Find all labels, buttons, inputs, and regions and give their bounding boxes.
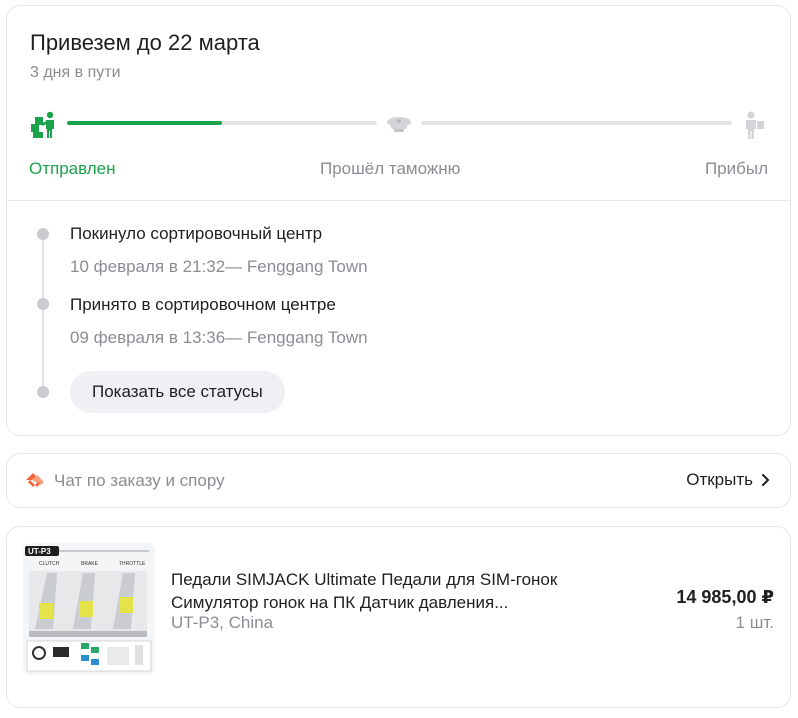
product-image[interactable]: UT-P3 CLUTCH BRAKE THROTTLE [23,543,155,675]
handshake-icon [24,469,46,496]
timeline-dot [37,386,49,398]
product-price: 14 985,00 ₽ [676,587,774,607]
pedal-label: CLUTCH [39,561,60,567]
order-chat-card[interactable]: Чат по заказу и спору Открыть [6,453,791,508]
chat-label: Чат по заказу и спору [54,471,225,490]
product-quantity: 1 шт. [735,613,774,632]
model-label: UT-P3 [28,547,51,556]
progress-fill-1 [67,121,222,125]
pedal-label: THROTTLE [119,561,146,567]
timeline-dot [37,298,49,310]
courier-boxes-icon [29,110,59,145]
recipient-icon [740,110,766,145]
timeline-dot [37,228,49,240]
stage-label-sent: Отправлен [29,159,116,178]
chevron-right-icon [762,474,769,486]
event-meta: 10 февраля в 21:32— Fenggang Town [70,257,368,276]
delivery-status-card: Привезем до 22 марта 3 дня в пути Отправ… [6,5,791,436]
product-name[interactable]: Педали SIMJACK Ultimate Педали для SIM-г… [171,568,611,614]
stage-label-arrived: Прибыл [704,159,768,178]
product-variant: UT-P3, China [171,613,274,632]
event-title: Покинуло сортировочный центр [70,224,323,243]
delivery-subtitle: 3 дня в пути [30,64,121,81]
stage-label-customs: Прошёл таможню [320,159,461,178]
pedal-label: BRAKE [81,561,99,567]
open-chat-label: Открыть [686,470,753,489]
show-all-statuses-button[interactable]: Показать все статусы [70,371,285,413]
event-meta: 09 февраля в 13:36— Fenggang Town [70,328,368,347]
delivery-title: Привезем до 22 марта [30,30,260,55]
open-chat-link[interactable]: Открыть [686,470,770,490]
product-card[interactable]: UT-P3 CLUTCH BRAKE THROTTLE Педали SIMJA… [6,526,791,708]
customs-cap-icon [385,112,413,141]
progress-track-2 [421,121,732,125]
section-divider [7,200,790,201]
event-title: Принято в сортировочном центре [70,295,336,314]
timeline-line [42,240,44,390]
